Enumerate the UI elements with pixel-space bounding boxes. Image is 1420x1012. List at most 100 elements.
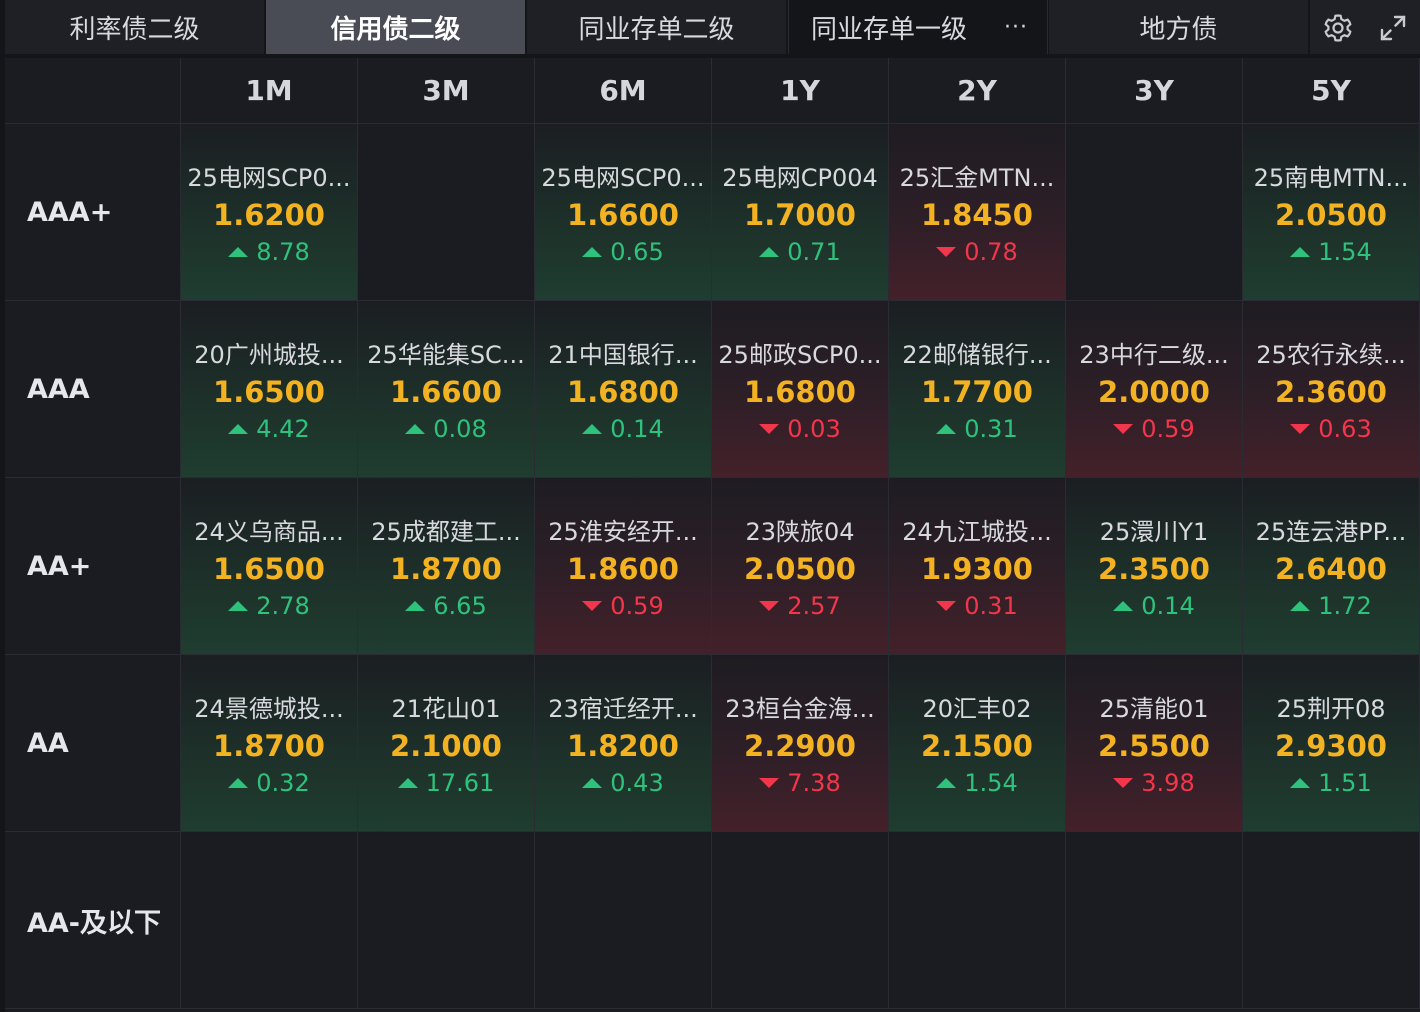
bond-change: 0.08 xyxy=(358,415,534,443)
bond-name: 23桓台金海... xyxy=(725,695,875,723)
triangle-up-icon xyxy=(228,247,249,257)
bond-yield: 1.8200 xyxy=(567,729,679,763)
expand-icon[interactable] xyxy=(1378,13,1408,43)
bond-change: 6.65 xyxy=(358,592,534,620)
bond-cell[interactable]: 22邮储银行... 1.7700 0.31 xyxy=(889,301,1066,478)
tab-label: 利率债二级 xyxy=(69,14,200,45)
bond-yield: 1.7700 xyxy=(921,375,1033,409)
bond-change: 0.43 xyxy=(535,769,711,797)
bond-change: 0.03 xyxy=(712,415,888,443)
triangle-down-icon xyxy=(1290,424,1311,434)
triangle-up-icon xyxy=(582,424,603,434)
column-header-1y: 1Y xyxy=(712,58,889,124)
bond-name: 20广州城投... xyxy=(194,341,344,369)
triangle-up-icon xyxy=(1113,601,1134,611)
bond-cell[interactable]: 24义乌商品... 1.6500 2.78 xyxy=(181,478,358,655)
bond-change: 1.54 xyxy=(889,769,1065,797)
bond-cell[interactable]: 23桓台金海... 2.2900 7.38 xyxy=(712,655,889,832)
bond-cell[interactable]: 25邮政SCP0... 1.6800 0.03 xyxy=(712,301,889,478)
bond-change: 8.78 xyxy=(181,238,357,266)
bond-cell[interactable]: 24景德城投... 1.8700 0.32 xyxy=(181,655,358,832)
bond-yield: 2.0000 xyxy=(1098,375,1210,409)
bond-change-value: 0.59 xyxy=(610,592,664,620)
bond-change-value: 0.14 xyxy=(610,415,664,443)
bond-yield: 1.6200 xyxy=(213,198,325,232)
bond-name: 25澴川Y1 xyxy=(1099,518,1209,546)
empty-cell xyxy=(1243,832,1420,1009)
bond-change: 0.65 xyxy=(535,238,711,266)
bond-change: 1.54 xyxy=(1243,238,1419,266)
tab-bar: 利率债二级 信用债二级 同业存单二级 同业存单一级 地方债 xyxy=(0,0,1420,56)
bond-name: 23宿迁经开... xyxy=(548,695,698,723)
bond-name: 21中国银行... xyxy=(548,341,698,369)
bond-yield: 2.3500 xyxy=(1098,552,1210,586)
bond-cell[interactable]: 25南电MTN... 2.0500 1.54 xyxy=(1243,124,1420,301)
tab-2[interactable]: 信用债二级 xyxy=(266,0,525,54)
bond-name: 22邮储银行... xyxy=(902,341,1052,369)
bond-cell[interactable]: 25清能01 2.5500 3.98 xyxy=(1066,655,1243,832)
bond-cell[interactable]: 23宿迁经开... 1.8200 0.43 xyxy=(535,655,712,832)
empty-cell xyxy=(535,832,712,1009)
bond-cell[interactable]: 25淮安经开... 1.8600 0.59 xyxy=(535,478,712,655)
tab-3[interactable]: 同业存单二级 xyxy=(527,0,786,54)
bond-change-value: 0.32 xyxy=(256,769,310,797)
bond-change-value: 3.98 xyxy=(1141,769,1195,797)
bond-name: 25南电MTN... xyxy=(1253,164,1409,192)
bond-change: 0.31 xyxy=(889,592,1065,620)
bond-cell[interactable]: 25成都建工... 1.8700 6.65 xyxy=(358,478,535,655)
bond-cell[interactable]: 23中行二级... 2.0000 0.59 xyxy=(1066,301,1243,478)
tab-label: 信用债二级 xyxy=(330,14,461,45)
tab-1[interactable]: 利率债二级 xyxy=(5,0,264,54)
triangle-up-icon xyxy=(228,778,249,788)
triangle-up-icon xyxy=(936,424,957,434)
bond-change: 0.14 xyxy=(535,415,711,443)
rating-label: AA+ xyxy=(5,478,181,655)
bond-change-value: 1.51 xyxy=(1318,769,1372,797)
bond-cell[interactable]: 20广州城投... 1.6500 4.42 xyxy=(181,301,358,478)
bond-cell[interactable]: 25连云港PP... 2.6400 1.72 xyxy=(1243,478,1420,655)
bond-name: 25连云港PP... xyxy=(1255,518,1407,546)
bond-change-value: 17.61 xyxy=(425,769,495,797)
more-horizontal-icon[interactable]: ··· xyxy=(1002,16,1030,40)
tab-label: 地方债 xyxy=(1139,14,1218,45)
bond-cell[interactable]: 25电网CP004 1.7000 0.71 xyxy=(712,124,889,301)
bond-cell[interactable]: 23陕旅04 2.0500 2.57 xyxy=(712,478,889,655)
bond-name: 23陕旅04 xyxy=(745,518,855,546)
bond-change-value: 0.78 xyxy=(964,238,1018,266)
triangle-up-icon xyxy=(582,247,603,257)
bond-name: 25农行永续... xyxy=(1256,341,1406,369)
bond-change-value: 0.14 xyxy=(1141,592,1195,620)
bond-change: 1.51 xyxy=(1243,769,1419,797)
bond-change: 3.98 xyxy=(1066,769,1242,797)
bond-cell[interactable]: 25华能集SC... 1.6600 0.08 xyxy=(358,301,535,478)
bond-cell[interactable]: 25荆开08 2.9300 1.51 xyxy=(1243,655,1420,832)
triangle-down-icon xyxy=(936,247,957,257)
empty-cell xyxy=(358,832,535,1009)
bond-cell[interactable]: 25澴川Y1 2.3500 0.14 xyxy=(1066,478,1243,655)
bond-change-value: 0.65 xyxy=(610,238,664,266)
bond-name: 25汇金MTN... xyxy=(899,164,1055,192)
gear-icon[interactable] xyxy=(1322,12,1354,44)
bond-cell[interactable]: 25电网SCP0... 1.6200 8.78 xyxy=(181,124,358,301)
triangle-up-icon xyxy=(759,247,780,257)
bond-cell[interactable]: 24九江城投... 1.9300 0.31 xyxy=(889,478,1066,655)
bond-yield: 2.0500 xyxy=(744,552,856,586)
bond-cell[interactable]: 20汇丰02 2.1500 1.54 xyxy=(889,655,1066,832)
triangle-up-icon xyxy=(936,778,957,788)
triangle-down-icon xyxy=(936,601,957,611)
tab-5[interactable]: 地方债 xyxy=(1049,0,1308,54)
bond-change-value: 1.72 xyxy=(1318,592,1372,620)
bond-cell[interactable]: 25电网SCP0... 1.6600 0.65 xyxy=(535,124,712,301)
bond-cell[interactable]: 25农行永续... 2.3600 0.63 xyxy=(1243,301,1420,478)
bond-cell[interactable]: 21中国银行... 1.6800 0.14 xyxy=(535,301,712,478)
bond-change: 0.31 xyxy=(889,415,1065,443)
bond-cell[interactable]: 25汇金MTN... 1.8450 0.78 xyxy=(889,124,1066,301)
bond-name: 24义乌商品... xyxy=(194,518,344,546)
bond-yield: 1.8700 xyxy=(390,552,502,586)
bond-change-value: 0.43 xyxy=(610,769,664,797)
bond-change-value: 0.08 xyxy=(433,415,487,443)
bond-cell[interactable]: 21花山01 2.1000 17.61 xyxy=(358,655,535,832)
triangle-down-icon xyxy=(759,601,780,611)
empty-cell xyxy=(181,832,358,1009)
bond-change-value: 1.54 xyxy=(964,769,1018,797)
